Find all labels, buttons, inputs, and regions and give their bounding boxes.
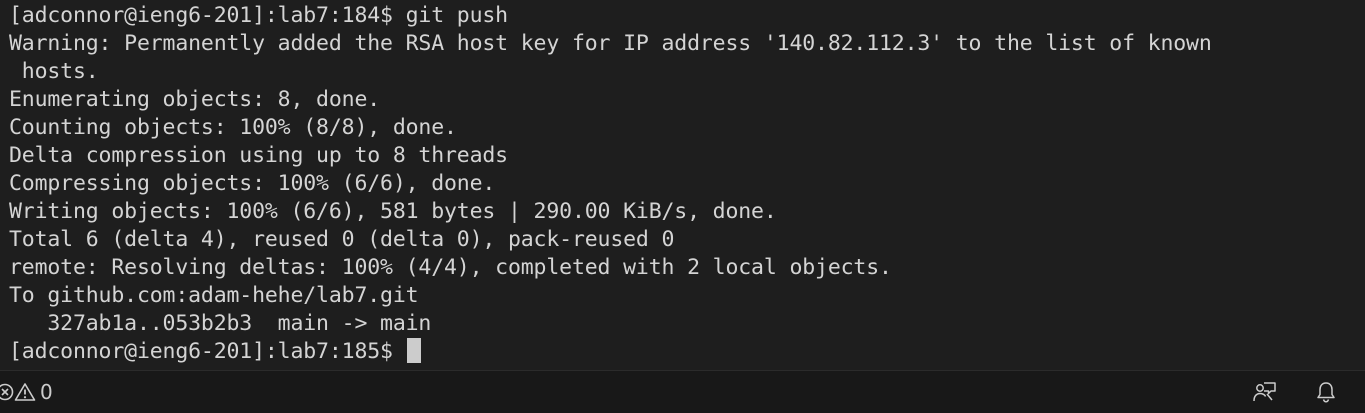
error-icon <box>0 382 14 402</box>
terminal-cursor <box>406 338 421 363</box>
terminal-line: Compressing objects: 100% (6/6), done. <box>9 171 496 196</box>
feedback-icon[interactable] <box>1251 380 1277 404</box>
problems-indicator[interactable]: 0 0 <box>0 371 55 413</box>
warning-icon <box>14 382 36 402</box>
terminal-line: Counting objects: 100% (8/8), done. <box>9 115 457 140</box>
notifications-bell-icon[interactable] <box>1315 380 1337 404</box>
terminal-line: hosts. <box>9 59 99 84</box>
terminal-line: Total 6 (delta 4), reused 0 (delta 0), p… <box>9 227 675 252</box>
warnings-count: 0 <box>40 380 53 404</box>
terminal-line: Warning: Permanently added the RSA host … <box>9 31 1212 56</box>
terminal-line: Delta compression using up to 8 threads <box>9 143 508 168</box>
terminal-line: Writing objects: 100% (6/6), 581 bytes |… <box>9 199 777 224</box>
status-bar: 0 0 <box>0 370 1365 413</box>
terminal-prompt-line[interactable]: [adconnor@ieng6-201]:lab7:185$ <box>9 338 1365 366</box>
terminal-panel[interactable]: [adconnor@ieng6-201]:lab7:184$ git push … <box>0 0 1365 370</box>
terminal-line: To github.com:adam-hehe/lab7.git <box>9 283 419 308</box>
status-bar-right <box>1251 371 1337 413</box>
terminal-prompt: [adconnor@ieng6-201]:lab7:185$ <box>9 339 406 364</box>
terminal-line: [adconnor@ieng6-201]:lab7:184$ git push <box>9 3 508 28</box>
terminal-line: 327ab1a..053b2b3 main -> main <box>9 311 432 336</box>
terminal-line: remote: Resolving deltas: 100% (4/4), co… <box>9 255 892 280</box>
terminal-line: Enumerating objects: 8, done. <box>9 87 381 112</box>
